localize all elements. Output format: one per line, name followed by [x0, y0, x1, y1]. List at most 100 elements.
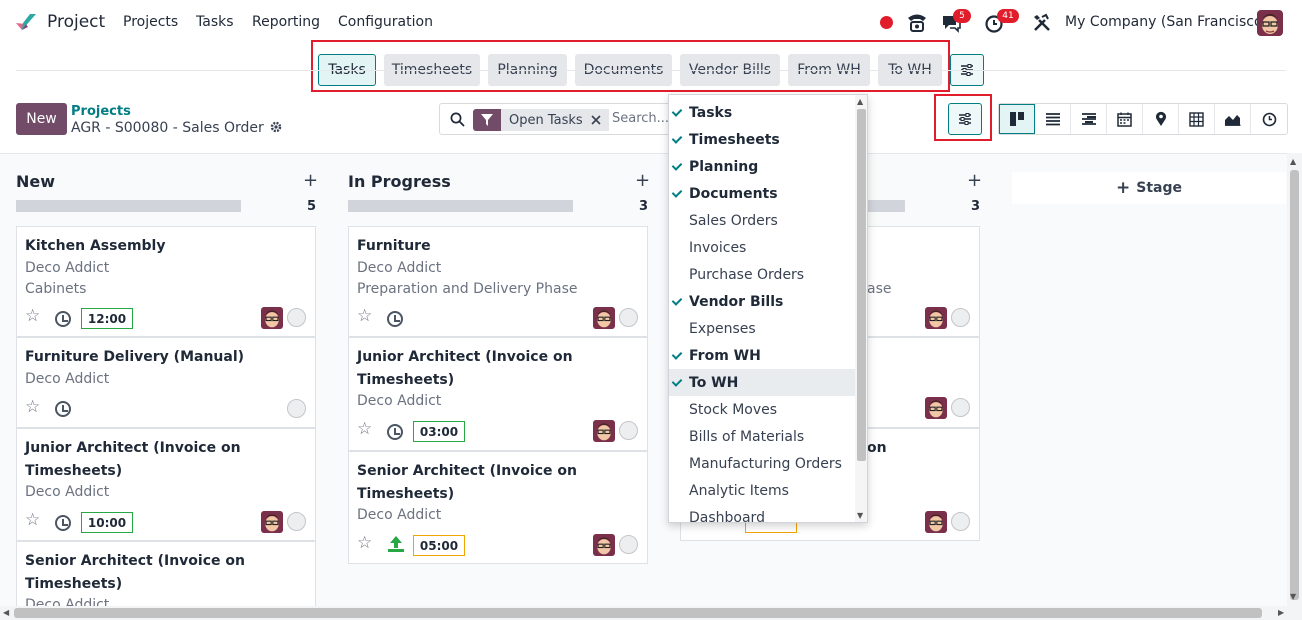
kanban-state-toggle[interactable]: [951, 308, 970, 327]
column-progress-bar[interactable]: [16, 200, 241, 212]
pivot-view-button[interactable]: [1179, 104, 1215, 134]
assignee-avatar: [925, 397, 947, 419]
recording-indicator-icon[interactable]: [880, 16, 893, 29]
view-switcher: [998, 103, 1288, 135]
kanban-state-toggle[interactable]: [619, 308, 638, 327]
tools-icon[interactable]: [1032, 13, 1052, 33]
activities-button[interactable]: 41: [984, 9, 1019, 34]
activity-clock-icon[interactable]: [55, 401, 71, 417]
dropdown-item-manufacturing-orders[interactable]: Manufacturing Orders: [669, 450, 855, 477]
dropdown-item-expenses[interactable]: Expenses: [669, 315, 855, 342]
menu-tasks[interactable]: Tasks: [196, 14, 234, 30]
assignee-avatar: [925, 511, 947, 533]
activity-clock-icon[interactable]: [55, 311, 71, 327]
smart-buttons-dropdown: Tasks Timesheets Planning Documents Sales Or…: [668, 94, 868, 523]
task-card[interactable]: Kitchen Assembly Deco Addict Cabinets ☆ …: [16, 226, 316, 337]
project-app-logo-icon[interactable]: [14, 11, 38, 35]
task-card[interactable]: Furniture Deco Addict Preparation and De…: [348, 226, 648, 337]
scroll-down-arrow-icon[interactable]: ▼: [1290, 592, 1296, 601]
menu-configuration[interactable]: Configuration: [338, 14, 433, 30]
task-card[interactable]: Junior Architect (Invoice on Timesheets)…: [348, 337, 648, 451]
dropdown-item-bills-of-materials[interactable]: Bills of Materials: [669, 423, 855, 450]
task-card[interactable]: Senior Architect (Invoice on Timesheets)…: [16, 541, 316, 607]
new-button[interactable]: New: [16, 103, 67, 135]
dropdown-scroll-thumb[interactable]: [857, 109, 866, 461]
dropdown-item-documents[interactable]: Documents: [669, 180, 855, 207]
gantt-view-button[interactable]: [1071, 104, 1107, 134]
dropdown-item-tasks[interactable]: Tasks: [669, 99, 855, 126]
assignee-avatar: [593, 534, 615, 556]
dropdown-item-vendor-bills[interactable]: Vendor Bills: [669, 288, 855, 315]
add-stage-button[interactable]: + Stage: [1012, 172, 1286, 204]
breadcrumb-projects[interactable]: Projects: [71, 104, 131, 119]
menu-reporting[interactable]: Reporting: [252, 14, 320, 30]
calendar-view-button[interactable]: [1107, 104, 1143, 134]
kanban-state-toggle[interactable]: [951, 398, 970, 417]
dropdown-item-invoices[interactable]: Invoices: [669, 234, 855, 261]
dropdown-item-analytic-items[interactable]: Analytic Items: [669, 477, 855, 504]
dropdown-item-stock-moves[interactable]: Stock Moves: [669, 396, 855, 423]
kanban-state-toggle[interactable]: [287, 512, 306, 531]
priority-star-icon[interactable]: ☆: [25, 306, 40, 326]
add-task-button[interactable]: +: [635, 170, 650, 191]
activity-clock-icon[interactable]: [55, 515, 71, 531]
dropdown-item-label: From WH: [689, 347, 761, 364]
scroll-left-arrow-icon[interactable]: ◀: [3, 608, 9, 617]
board-horizontal-scroll-thumb[interactable]: [14, 608, 1262, 618]
scroll-right-arrow-icon[interactable]: ▶: [1278, 608, 1284, 617]
dropdown-item-purchase-orders[interactable]: Purchase Orders: [669, 261, 855, 288]
kanban-state-toggle[interactable]: [287, 399, 306, 418]
dropdown-item-to-wh[interactable]: To WH: [669, 369, 855, 396]
dropdown-item-timesheets[interactable]: Timesheets: [669, 126, 855, 153]
priority-star-icon[interactable]: ☆: [25, 510, 40, 530]
messages-button[interactable]: 5: [940, 9, 971, 34]
graph-view-button[interactable]: [1215, 104, 1251, 134]
menu-projects[interactable]: Projects: [123, 14, 178, 30]
task-card[interactable]: Furniture Delivery (Manual) Deco Addict …: [16, 337, 316, 428]
activity-view-button[interactable]: [1251, 104, 1287, 134]
remove-facet-button[interactable]: [590, 109, 609, 131]
plus-icon: +: [1116, 178, 1131, 198]
phone-icon[interactable]: [906, 12, 928, 34]
search-bar[interactable]: Open Tasks Search...: [439, 103, 674, 135]
kanban-state-toggle[interactable]: [287, 308, 306, 327]
view-settings-button[interactable]: [948, 103, 982, 135]
dropdown-item-sales-orders[interactable]: Sales Orders: [669, 207, 855, 234]
scroll-up-arrow-icon[interactable]: ▲: [1290, 157, 1296, 166]
dropdown-scroll-up-icon[interactable]: ▲: [857, 97, 863, 106]
task-card[interactable]: Senior Architect (Invoice on Timesheets)…: [348, 451, 648, 564]
priority-star-icon[interactable]: ☆: [357, 306, 372, 326]
header-divider: [16, 70, 1286, 71]
dropdown-item-dashboard[interactable]: Dashboard: [669, 504, 855, 523]
calendar-icon: [1117, 112, 1132, 127]
kanban-state-toggle[interactable]: [619, 535, 638, 554]
add-task-button[interactable]: +: [303, 170, 318, 191]
user-avatar[interactable]: [1257, 10, 1283, 36]
kanban-view-button[interactable]: [999, 104, 1035, 134]
dropdown-item-from-wh[interactable]: From WH: [669, 342, 855, 369]
priority-star-icon[interactable]: ☆: [357, 533, 372, 553]
gear-icon[interactable]: [270, 121, 282, 133]
company-switcher[interactable]: My Company (San Francisco): [1065, 14, 1268, 30]
board-vertical-scroll-thumb[interactable]: [1290, 170, 1299, 600]
priority-star-icon[interactable]: ☆: [357, 419, 372, 439]
kanban-state-toggle[interactable]: [619, 421, 638, 440]
add-task-button[interactable]: +: [967, 170, 982, 191]
dropdown-item-planning[interactable]: Planning: [669, 153, 855, 180]
activity-clock-icon[interactable]: [387, 424, 403, 440]
search-facet-label: Open Tasks: [501, 109, 591, 131]
dropdown-item-label: Analytic Items: [689, 482, 789, 499]
task-card[interactable]: Junior Architect (Invoice on Timesheets)…: [16, 428, 316, 541]
dropdown-scroll-down-icon[interactable]: ▼: [857, 511, 863, 520]
map-view-button[interactable]: [1143, 104, 1179, 134]
activity-clock-icon[interactable]: [387, 311, 403, 327]
kanban-state-toggle[interactable]: [951, 512, 970, 531]
search-input[interactable]: Search...: [612, 111, 669, 126]
app-name[interactable]: Project: [47, 12, 105, 32]
column-progress-bar[interactable]: [348, 200, 573, 212]
user-avatar-icon: [1257, 10, 1283, 36]
list-view-button[interactable]: [1035, 104, 1071, 134]
task-customer: Deco Addict: [25, 484, 110, 500]
priority-star-icon[interactable]: ☆: [25, 397, 40, 417]
upload-icon[interactable]: [387, 535, 405, 553]
